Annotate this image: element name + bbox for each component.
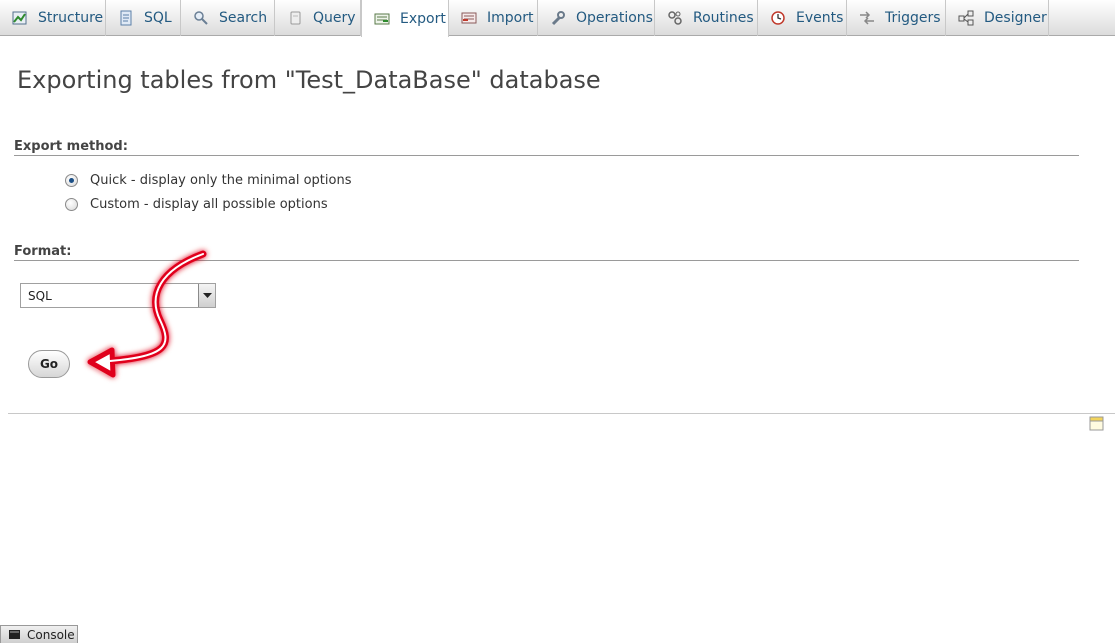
wrench-icon	[550, 10, 566, 26]
content-divider	[8, 413, 1115, 414]
tab-query[interactable]: Query	[275, 0, 361, 36]
console-icon	[9, 630, 20, 639]
tab-label: Triggers	[885, 10, 941, 26]
tab-triggers[interactable]: Triggers	[847, 0, 946, 36]
tab-label: Routines	[693, 10, 754, 26]
tab-designer[interactable]: Designer	[946, 0, 1049, 36]
custom-radio[interactable]	[65, 198, 78, 211]
main-tab-bar: Structure SQL Search Query Export Import	[0, 0, 1115, 37]
custom-option-row[interactable]: Custom - display all possible options	[65, 197, 328, 212]
format-legend: Format:	[14, 244, 72, 259]
export-method-legend: Export method:	[14, 139, 128, 154]
page-title: Exporting tables from "Test_DataBase" da…	[17, 66, 601, 94]
export-icon	[374, 11, 390, 27]
tab-routines[interactable]: Routines	[655, 0, 758, 36]
format-select[interactable]: SQL	[20, 283, 216, 308]
tab-label: Designer	[984, 10, 1047, 26]
tab-structure[interactable]: Structure	[0, 0, 106, 36]
dropdown-arrow-icon[interactable]	[198, 284, 215, 307]
query-icon	[287, 10, 303, 26]
tab-export[interactable]: Export	[361, 0, 449, 37]
triggers-icon	[859, 10, 875, 26]
tab-sql[interactable]: SQL	[106, 0, 181, 36]
tab-label: Operations	[576, 10, 653, 26]
tab-label: SQL	[144, 10, 172, 26]
tab-operations[interactable]: Operations	[538, 0, 655, 36]
routines-icon	[667, 10, 683, 26]
tab-label: Structure	[38, 10, 104, 26]
note-icon[interactable]	[1089, 416, 1104, 431]
quick-option-row[interactable]: Quick - display only the minimal options	[65, 173, 352, 188]
tab-label: Search	[219, 10, 268, 26]
console-label: Console	[27, 627, 75, 642]
tab-events[interactable]: Events	[758, 0, 847, 36]
format-select-value: SQL	[28, 288, 52, 303]
tab-label: Events	[796, 10, 844, 26]
custom-option-label[interactable]: Custom - display all possible options	[90, 197, 328, 212]
search-icon	[193, 10, 209, 26]
sql-icon	[118, 10, 134, 26]
quick-option-label[interactable]: Quick - display only the minimal options	[90, 173, 352, 188]
structure-icon	[12, 10, 28, 26]
tab-search[interactable]: Search	[181, 0, 275, 36]
designer-icon	[958, 10, 974, 26]
tab-label: Import	[487, 10, 534, 26]
quick-radio[interactable]	[65, 174, 78, 187]
annotation-arrow-icon	[87, 250, 207, 378]
tab-label: Query	[313, 10, 356, 26]
clock-icon	[770, 10, 786, 26]
go-button[interactable]: Go	[28, 350, 70, 378]
tab-label: Export	[400, 10, 446, 27]
tab-import[interactable]: Import	[449, 0, 538, 36]
format-divider	[14, 260, 1079, 261]
console-toggle[interactable]: Console	[0, 625, 78, 643]
export-method-divider	[14, 155, 1079, 156]
import-icon	[461, 10, 477, 26]
